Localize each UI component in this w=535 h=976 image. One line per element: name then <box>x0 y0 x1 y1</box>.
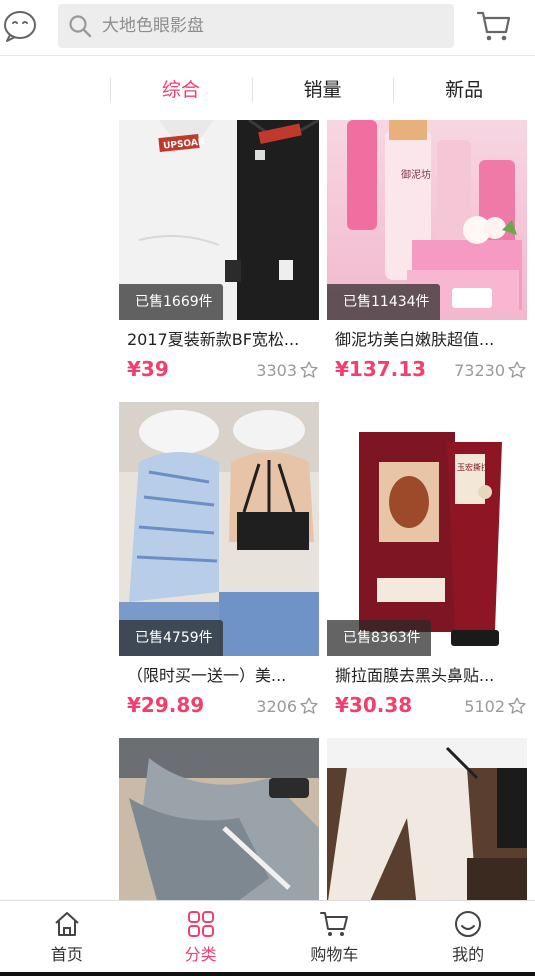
app-root: 综合 销量 新品 UPSOAR <box>0 0 535 976</box>
product-title: 御泥坊美白嫩肤超值... <box>335 330 495 349</box>
product-image: 御泥坊 已售11434件 <box>327 120 527 320</box>
product-image: UPSOAR 已售1669件 <box>119 120 319 320</box>
product-title: 撕拉面膜去黑头鼻贴... <box>335 666 495 685</box>
favorite-number: 5102 <box>464 696 505 716</box>
nav-category[interactable]: 分类 <box>134 901 268 976</box>
product-card[interactable] <box>327 738 527 902</box>
search-input[interactable] <box>102 4 442 48</box>
search-icon <box>69 15 92 38</box>
nav-cart[interactable]: 购物车 <box>268 901 402 976</box>
shopping-cart-icon <box>320 912 349 936</box>
star-icon <box>508 361 526 378</box>
star-icon <box>300 697 318 714</box>
search-box[interactable] <box>58 4 454 48</box>
product-price: ¥39 <box>127 357 169 381</box>
product-card[interactable] <box>119 738 319 902</box>
favorite-number: 73230 <box>454 360 505 380</box>
nav-category-label: 分类 <box>184 945 217 964</box>
product-card[interactable]: 玉宏撕拉 已售8363件 撕拉面膜去黑头鼻贴... ¥30.38 5102 <box>327 402 527 723</box>
favorite-number: 3303 <box>256 360 297 380</box>
shopping-cart-icon <box>476 11 511 41</box>
product-title: 2017夏装新款BF宽松... <box>127 330 300 349</box>
nav-home[interactable]: 首页 <box>0 901 134 976</box>
product-price: ¥29.89 <box>127 693 205 717</box>
product-image: 已售4759件 <box>119 402 319 656</box>
sold-count-badge: 已售11434件 <box>327 284 440 320</box>
star-icon <box>300 361 318 378</box>
home-icon <box>55 912 79 936</box>
tab-new[interactable]: 新品 <box>393 66 535 114</box>
top-header <box>0 0 535 56</box>
product-card[interactable]: 御泥坊 已售11434件 御泥坊美白嫩肤超值... ¥137.13 73230 <box>327 120 527 387</box>
nav-profile[interactable]: 我的 <box>401 901 535 976</box>
chat-bubble-icon <box>4 11 36 42</box>
product-image <box>119 738 319 902</box>
sold-count-badge: 已售8363件 <box>327 620 431 656</box>
chat-button[interactable] <box>0 6 40 46</box>
tab-comprehensive[interactable]: 综合 <box>110 66 252 114</box>
star-icon <box>508 697 526 714</box>
favorite-count[interactable]: 73230 <box>454 360 527 380</box>
product-card[interactable]: UPSOAR 已售1669件 2017夏装新款BF宽松... ¥39 3303 <box>119 120 319 387</box>
header-cart-button[interactable] <box>474 6 514 46</box>
product-price: ¥30.38 <box>335 693 413 717</box>
favorite-count[interactable]: 3303 <box>256 360 319 380</box>
category-grid-icon <box>187 911 214 937</box>
bottom-nav: 首页 分类 购物车 我的 <box>0 900 535 976</box>
sold-count-badge: 已售4759件 <box>119 620 223 656</box>
product-title: （限时买一送一）美... <box>127 666 287 685</box>
product-image <box>327 738 527 902</box>
tab-sales[interactable]: 销量 <box>251 66 394 114</box>
product-price: ¥137.13 <box>335 357 427 381</box>
sort-tabs: 综合 销量 新品 <box>110 66 535 114</box>
product-grid: UPSOAR 已售1669件 2017夏装新款BF宽松... ¥39 3303 <box>110 120 535 902</box>
nav-home-label: 首页 <box>50 945 83 964</box>
cosmetics-brand-text: 御泥坊 <box>401 168 431 181</box>
sold-count-badge: 已售1669件 <box>119 284 223 320</box>
favorite-count[interactable]: 3206 <box>256 696 319 716</box>
user-face-icon <box>455 911 482 937</box>
nav-profile-label: 我的 <box>452 945 485 964</box>
nav-cart-label: 购物车 <box>310 945 359 964</box>
favorite-count[interactable]: 5102 <box>464 696 527 716</box>
product-card[interactable]: 已售4759件 （限时买一送一）美... ¥29.89 3206 <box>119 402 319 723</box>
favorite-number: 3206 <box>256 696 297 716</box>
product-image: 玉宏撕拉 已售8363件 <box>327 402 527 656</box>
system-bottom-strip <box>0 972 535 976</box>
mask-brand-text: 玉宏撕拉 <box>457 462 489 472</box>
